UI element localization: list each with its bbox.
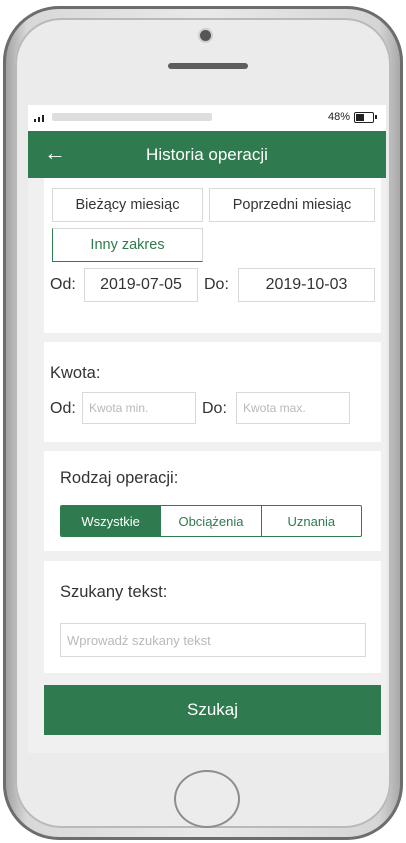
date-to-field[interactable]: 2019-10-03 bbox=[238, 268, 375, 302]
option-credits[interactable]: Uznania bbox=[262, 506, 361, 536]
operation-type-segmented-control: Wszystkie Obciążenia Uznania bbox=[60, 505, 362, 537]
camera-icon bbox=[200, 30, 211, 41]
amount-from-label: Od: bbox=[50, 400, 76, 417]
carrier-name bbox=[52, 113, 212, 121]
search-text-card: Szukany tekst: Wprowadź szukany tekst bbox=[44, 561, 381, 673]
battery-percent: 48% bbox=[327, 111, 350, 123]
search-button[interactable]: Szukaj bbox=[44, 685, 381, 735]
option-all[interactable]: Wszystkie bbox=[61, 506, 161, 536]
app-screen: 48% ← Historia operacji Bieżący miesiąc … bbox=[28, 105, 386, 753]
search-text-input[interactable]: Wprowadź szukany tekst bbox=[60, 623, 366, 657]
app-header: ← Historia operacji bbox=[28, 131, 386, 178]
speaker-grille bbox=[168, 63, 248, 69]
amount-min-input[interactable]: Kwota min. bbox=[82, 392, 196, 424]
date-range-card: Bieżący miesiąc Poprzedni miesiąc Inny z… bbox=[44, 178, 381, 333]
operation-type-title: Rodzaj operacji: bbox=[60, 469, 179, 487]
status-bar: 48% bbox=[28, 105, 386, 131]
date-from-label: Od: bbox=[50, 276, 76, 293]
previous-month-button[interactable]: Poprzedni miesiąc bbox=[209, 188, 375, 222]
amount-title: Kwota: bbox=[50, 364, 101, 382]
battery-icon bbox=[354, 112, 374, 123]
search-text-title: Szukany tekst: bbox=[60, 583, 168, 601]
signal-icon bbox=[34, 114, 48, 122]
date-to-label: Do: bbox=[204, 276, 229, 293]
other-range-button[interactable]: Inny zakres bbox=[52, 228, 203, 262]
amount-max-input[interactable]: Kwota max. bbox=[236, 392, 350, 424]
page-title: Historia operacji bbox=[146, 145, 268, 164]
amount-to-label: Do: bbox=[202, 400, 227, 417]
home-button[interactable] bbox=[174, 770, 240, 828]
current-month-button[interactable]: Bieżący miesiąc bbox=[52, 188, 203, 222]
option-debits[interactable]: Obciążenia bbox=[160, 506, 262, 536]
operation-type-card: Rodzaj operacji: Wszystkie Obciążenia Uz… bbox=[44, 451, 381, 551]
date-from-field[interactable]: 2019-07-05 bbox=[84, 268, 198, 302]
amount-card: Kwota: Od: Kwota min. Do: Kwota max. bbox=[44, 342, 381, 442]
